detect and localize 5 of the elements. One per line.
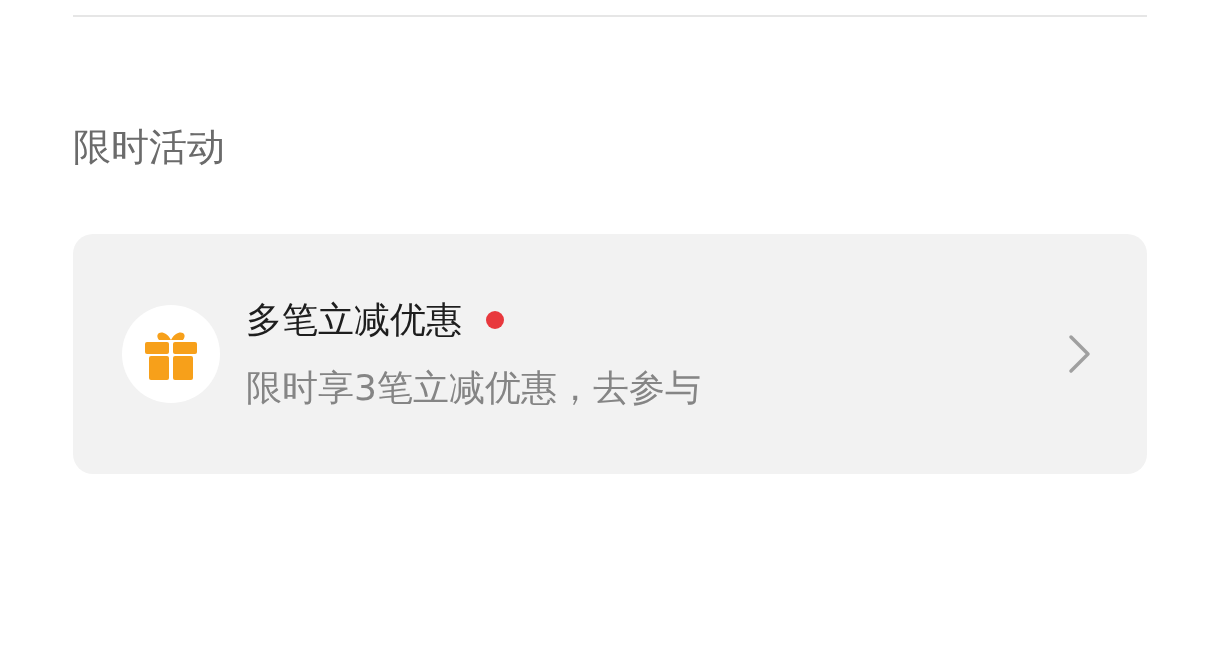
activity-subtitle: 限时享3笔立减优惠，去参与 [246, 366, 702, 410]
chevron-right-icon [1068, 334, 1092, 374]
activity-card[interactable]: 多笔立减优惠 限时享3笔立减优惠，去参与 [73, 234, 1147, 474]
section-title: 限时活动 [73, 124, 226, 171]
activity-title: 多笔立减优惠 [246, 298, 462, 342]
